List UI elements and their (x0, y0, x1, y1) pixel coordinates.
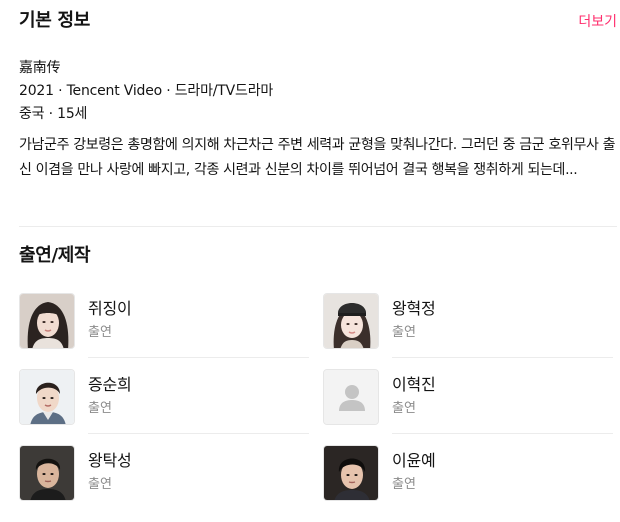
actor-name: 왕혁정 (392, 299, 436, 318)
cast-item[interactable]: 왕탁성 출연 (19, 445, 309, 503)
placeholder-avatar (323, 369, 379, 425)
synopsis: 가남군주 강보령은 총명함에 의지해 차근차근 주변 세력과 균형을 맞춰나간다… (19, 137, 616, 178)
row-divider (88, 357, 309, 358)
basic-info-header: 기본 정보 더보기 (19, 8, 617, 36)
actor-photo (19, 369, 75, 425)
actor-role: 출연 (88, 477, 112, 492)
original-title: 嘉南传 (19, 60, 61, 76)
actor-role: 출연 (88, 325, 112, 340)
person-silhouette-icon (324, 370, 378, 424)
section-divider (19, 226, 617, 227)
cast-item[interactable]: 증순희 출연 (19, 369, 309, 434)
cast-item[interactable]: 왕혁정 출연 (323, 293, 613, 358)
actor-photo (19, 293, 75, 349)
country-rating: 중국 · 15세 (19, 106, 88, 122)
actor-photo (323, 445, 379, 501)
actor-name: 쥐징이 (88, 299, 132, 318)
actor-role: 출연 (392, 325, 416, 340)
cast-title: 출연/제작 (19, 245, 91, 266)
cast-item[interactable]: 쥐징이 출연 (19, 293, 309, 358)
cast-item[interactable]: 이윤예 출연 (323, 445, 613, 503)
actor-photo (323, 293, 379, 349)
row-divider (392, 433, 613, 434)
actor-name: 왕탁성 (88, 451, 132, 470)
basic-info-title: 기본 정보 (19, 10, 91, 31)
actor-name: 증순희 (88, 375, 132, 394)
meta-line: 2021 · Tencent Video · 드라마/TV드라마 (19, 83, 274, 99)
actor-name: 이윤예 (392, 451, 436, 470)
cast-item[interactable]: 이혁진 출연 (323, 369, 613, 434)
actor-name: 이혁진 (392, 375, 436, 394)
actor-role: 출연 (392, 401, 416, 416)
row-divider (88, 433, 309, 434)
row-divider (392, 357, 613, 358)
actor-role: 출연 (88, 401, 112, 416)
actor-role: 출연 (392, 477, 416, 492)
more-link[interactable]: 더보기 (578, 11, 617, 33)
actor-photo (19, 445, 75, 501)
